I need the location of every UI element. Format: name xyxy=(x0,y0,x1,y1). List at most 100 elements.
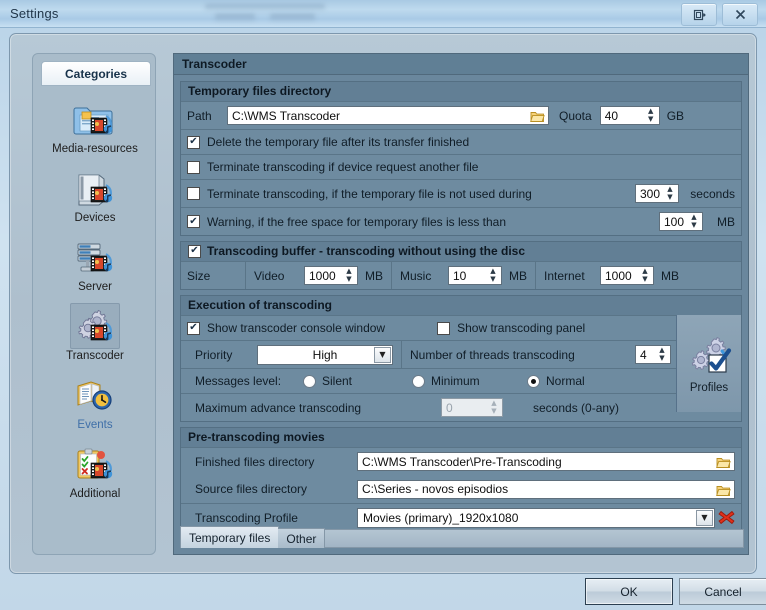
restore-icon[interactable] xyxy=(681,3,717,26)
book-clock-icon xyxy=(70,372,120,418)
group-title-label: Transcoding buffer - transcoding without… xyxy=(207,244,526,258)
video-buffer-stepper[interactable]: 1000 ▲ ▼ xyxy=(304,266,358,285)
radio-label-normal: Normal xyxy=(546,374,585,388)
radio-silent[interactable] xyxy=(303,374,316,388)
red-x-delete-icon[interactable] xyxy=(718,509,735,526)
max-advance-stepper: 0 ▲ ▼ xyxy=(441,398,503,417)
spinner-buttons[interactable]: ▲ ▼ xyxy=(687,214,701,229)
sidebar-item-media-resources[interactable]: Media-resources xyxy=(33,96,157,155)
categories-sidebar: Categories Media-resources Devices Serve… xyxy=(32,53,156,555)
profiles-button[interactable]: Profiles xyxy=(676,315,741,412)
internet-buffer-stepper[interactable]: 1000 ▲ ▼ xyxy=(600,266,654,285)
row-priority-threads: Priority High ▼ Number of threads transc… xyxy=(181,340,677,368)
max-advance-label: Maximum advance transcoding xyxy=(195,400,362,415)
window-title: Settings xyxy=(10,6,59,21)
music-unit: MB xyxy=(509,268,527,283)
checkbox-label: Terminate transcoding if device request … xyxy=(207,160,479,174)
radio-normal[interactable] xyxy=(527,374,540,388)
terminate-unused-stepper[interactable]: 300 ▲ ▼ xyxy=(635,184,679,203)
row-messages-level: Messages level: Silent Minimum Normal xyxy=(181,368,677,393)
checkbox-label: Terminate transcoding, if the temporary … xyxy=(207,186,532,201)
row-finished-dir: Finished files directory C:\WMS Transcod… xyxy=(181,447,741,475)
sidebar-item-label: Events xyxy=(77,419,113,431)
video-label: Video xyxy=(254,268,285,283)
row-buffer-sizes: Size Video 1000 ▲ ▼ MB Music 10 ▲ ▼ MB I… xyxy=(181,261,741,289)
sidebar-item-additional[interactable]: Additional xyxy=(33,441,157,500)
group-execution: Execution of transcoding Show transcoder… xyxy=(180,295,742,422)
chevron-down-icon[interactable]: ▼ xyxy=(696,509,713,526)
free-space-stepper[interactable]: 100 ▲ ▼ xyxy=(659,212,703,231)
checkbox-free-space-warning[interactable] xyxy=(187,215,200,228)
internet-label: Internet xyxy=(544,268,585,283)
sidebar-item-label: Media-resources xyxy=(52,143,138,155)
priority-select[interactable]: High ▼ xyxy=(257,344,393,365)
row-path: Path C:\WMS Transcoder Quota 40 ▲ ▼ GB xyxy=(181,101,741,129)
source-dir-value: C:\Series - novos episodios xyxy=(362,482,509,496)
quota-stepper[interactable]: 40 ▲ ▼ xyxy=(599,106,660,125)
checkbox-delete-temp-file[interactable] xyxy=(187,135,200,149)
size-label: Size xyxy=(187,268,211,283)
transcoding-profile-select[interactable]: Movies (primary)_1920x1080 ▼ xyxy=(357,507,715,528)
radio-minimum[interactable] xyxy=(412,374,425,388)
divider xyxy=(401,341,402,368)
spinner-buttons[interactable]: ▲ ▼ xyxy=(655,347,669,362)
row-source-dir: Source files directory C:\Series - novos… xyxy=(181,475,741,503)
sidebar-item-label: Server xyxy=(78,281,112,293)
close-icon[interactable] xyxy=(722,3,758,26)
folder-open-icon[interactable] xyxy=(715,483,732,498)
source-dir-input[interactable]: C:\Series - novos episodios xyxy=(357,479,735,499)
path-label: Path xyxy=(187,108,212,123)
sidebar-item-server[interactable]: Server xyxy=(33,234,157,293)
chevron-down-icon[interactable]: ▼ xyxy=(374,346,391,363)
sidebar-item-events[interactable]: Events xyxy=(33,372,157,431)
row-terminate-unused[interactable]: Terminate transcoding, if the temporary … xyxy=(181,179,741,207)
music-buffer-stepper[interactable]: 10 ▲ ▼ xyxy=(448,266,502,285)
sidebar-item-label: Devices xyxy=(74,212,116,224)
row-delete-temp[interactable]: Delete the temporary file after its tran… xyxy=(181,129,741,154)
max-advance-unit: seconds (0-any) xyxy=(533,400,620,415)
tab-other[interactable]: Other xyxy=(278,528,326,548)
messages-level-label: Messages level: xyxy=(195,374,282,388)
finished-dir-input[interactable]: C:\WMS Transcoder\Pre-Transcoding xyxy=(357,452,735,471)
checkbox-show-console[interactable] xyxy=(187,321,200,335)
dialog-body: Categories Media-resources Devices Serve… xyxy=(9,33,757,574)
tab-bar: Temporary files Other xyxy=(180,526,744,548)
show-console-label: Show transcoder console window xyxy=(207,321,386,335)
checkbox-terminate-unused[interactable] xyxy=(187,187,200,200)
spinner-buttons[interactable]: ▲ ▼ xyxy=(486,268,500,283)
spinner-buttons[interactable]: ▲ ▼ xyxy=(342,268,356,283)
tab-temporary-files[interactable]: Temporary files xyxy=(180,526,280,548)
threads-value: 4 xyxy=(640,347,647,362)
row-free-space-warning[interactable]: Warning, if the free space for temporary… xyxy=(181,207,741,235)
checkbox-terminate-on-request[interactable] xyxy=(187,160,200,174)
sidebar-item-transcoder[interactable]: Transcoder xyxy=(33,303,157,362)
spinner-buttons[interactable]: ▲ ▼ xyxy=(644,108,658,123)
transcoding-profile-label: Transcoding Profile xyxy=(195,510,298,525)
folder-open-icon[interactable] xyxy=(715,455,732,470)
quota-value: 40 xyxy=(604,108,619,123)
cancel-button[interactable]: Cancel xyxy=(679,578,766,605)
server-media-icon xyxy=(70,234,120,280)
video-unit: MB xyxy=(365,268,383,283)
group-title: Temporary files directory xyxy=(181,82,741,101)
group-temporary-files: Temporary files directory Path C:\WMS Tr… xyxy=(180,81,742,236)
title-artifact-2 xyxy=(215,14,255,22)
group-title: Execution of transcoding xyxy=(181,296,741,315)
sidebar-item-devices[interactable]: Devices xyxy=(33,165,157,224)
terminate-unused-unit: seconds xyxy=(690,186,735,201)
path-input[interactable]: C:\WMS Transcoder xyxy=(227,106,549,125)
threads-stepper[interactable]: 4 ▲ ▼ xyxy=(635,345,671,364)
divider xyxy=(245,262,246,289)
max-advance-value: 0 xyxy=(446,400,453,415)
free-space-unit: MB xyxy=(717,214,735,229)
show-panel-label: Show transcoding panel xyxy=(457,321,586,335)
checkbox-transcoding-buffer[interactable] xyxy=(188,244,201,258)
row-terminate-on-request[interactable]: Terminate transcoding if device request … xyxy=(181,154,741,179)
ok-button[interactable]: OK xyxy=(585,578,673,605)
checkbox-show-panel[interactable] xyxy=(437,321,451,335)
spinner-buttons[interactable]: ▲ ▼ xyxy=(663,186,677,201)
spinner-buttons[interactable]: ▲ ▼ xyxy=(638,268,652,283)
group-title-buffer[interactable]: Transcoding buffer - transcoding without… xyxy=(181,242,741,261)
device-media-icon xyxy=(70,165,120,211)
folder-open-icon[interactable] xyxy=(529,109,546,124)
